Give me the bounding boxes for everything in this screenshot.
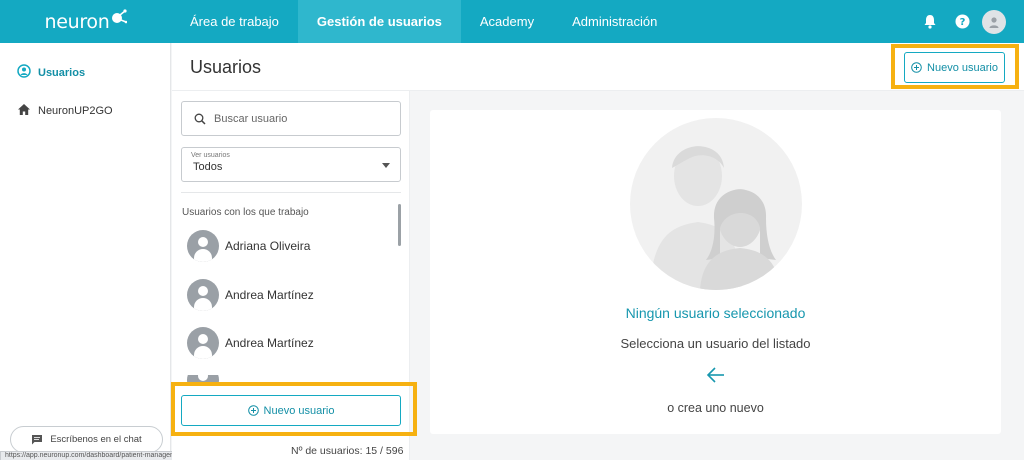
bell-icon[interactable] bbox=[918, 10, 942, 34]
users-filter-select[interactable]: Ver usuarios Todos bbox=[181, 147, 401, 182]
list-item[interactable]: Adriana Oliveira bbox=[187, 230, 310, 262]
sidebar-item-usuarios[interactable]: Usuarios bbox=[17, 64, 85, 81]
search-placeholder: Buscar usuario bbox=[214, 112, 288, 125]
avatar bbox=[187, 230, 219, 262]
no-user-illustration-icon bbox=[630, 118, 802, 290]
nav-item-area-de-trabajo[interactable]: Área de trabajo bbox=[171, 0, 298, 43]
filter-value: Todos bbox=[193, 161, 223, 173]
sidebar-item-label: Usuarios bbox=[38, 66, 86, 79]
filter-label: Ver usuarios bbox=[191, 152, 230, 159]
help-icon[interactable]: ? bbox=[950, 10, 974, 34]
user-name: Andrea Martínez bbox=[225, 288, 314, 302]
chat-button[interactable]: Escríbenos en el chat bbox=[10, 426, 163, 453]
users-count: Nº de usuarios: 15 / 596 bbox=[291, 445, 404, 457]
avatar bbox=[187, 327, 219, 359]
sidebar-item-label: NeuronUP2GO bbox=[38, 105, 113, 117]
logo[interactable]: neuron bbox=[0, 0, 171, 43]
empty-state-title: Ningún usuario seleccionado bbox=[625, 305, 806, 321]
svg-text:?: ? bbox=[959, 17, 965, 28]
empty-state-or-create: o crea uno nuevo bbox=[667, 401, 764, 415]
sidebar-item-neuronup2go[interactable]: NeuronUP2GO bbox=[17, 103, 113, 119]
caret-down-icon bbox=[382, 163, 390, 168]
sidebar: Usuarios NeuronUP2GO Escríbenos en el ch… bbox=[0, 43, 171, 460]
list-item[interactable]: Andrea Martínez bbox=[187, 327, 314, 359]
logo-mark-icon bbox=[111, 8, 127, 25]
search-icon bbox=[194, 113, 206, 125]
user-circle-icon bbox=[17, 64, 31, 81]
top-bar: neuron Área de trabajo Gestión de usuari… bbox=[0, 0, 1024, 43]
list-section-title: Usuarios con los que trabajo bbox=[182, 207, 309, 218]
nav-item-gestion-de-usuarios[interactable]: Gestión de usuarios bbox=[297, 0, 461, 43]
list-item[interactable]: Andrea Martínez bbox=[187, 279, 314, 311]
highlight-box bbox=[171, 382, 417, 436]
main-nav: Área de trabajo Gestión de usuarios Acad… bbox=[171, 0, 676, 43]
avatar bbox=[187, 279, 219, 311]
user-avatar-icon[interactable] bbox=[982, 9, 1006, 34]
chat-button-label: Escríbenos en el chat bbox=[50, 434, 142, 445]
top-icons: ? bbox=[918, 0, 1024, 43]
page-title: Usuarios bbox=[190, 57, 262, 77]
home-icon bbox=[17, 103, 31, 119]
search-input[interactable]: Buscar usuario bbox=[181, 101, 401, 136]
user-name: Adriana Oliveira bbox=[225, 239, 311, 253]
arrow-left-icon bbox=[705, 366, 727, 384]
user-name: Andrea Martínez bbox=[225, 336, 314, 350]
logo-text: neuron bbox=[44, 10, 110, 33]
user-detail-panel: Ningún usuario seleccionado Selecciona u… bbox=[430, 110, 1001, 434]
list-scrollbar[interactable] bbox=[398, 204, 401, 246]
highlight-box bbox=[891, 44, 1019, 89]
chat-icon bbox=[31, 434, 43, 445]
nav-item-administracion[interactable]: Administración bbox=[553, 0, 676, 43]
divider bbox=[181, 192, 401, 193]
nav-item-academy[interactable]: Academy bbox=[461, 0, 553, 43]
status-url: https://app.neuronup.com/dashboard/patie… bbox=[0, 451, 191, 460]
empty-state-subtitle: Selecciona un usuario del listado bbox=[620, 336, 811, 351]
